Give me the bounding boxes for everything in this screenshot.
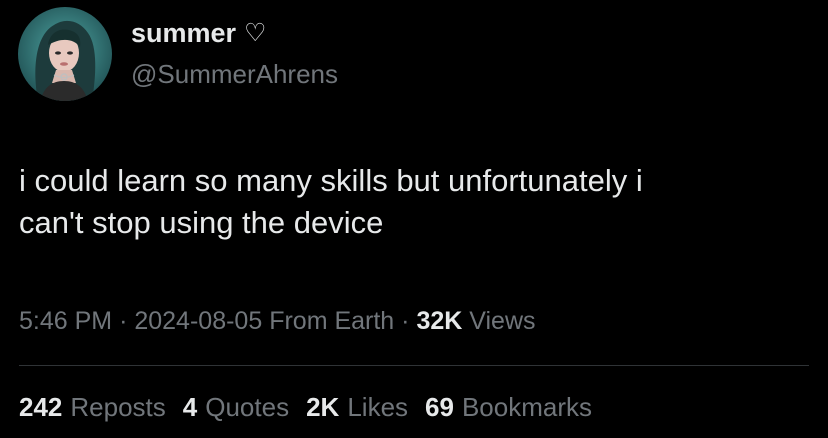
bookmarks-stat[interactable]: 69 Bookmarks xyxy=(425,390,592,424)
divider xyxy=(19,365,809,366)
display-name: summer xyxy=(131,18,237,48)
bookmarks-count: 69 xyxy=(425,392,454,422)
reposts-count: 242 xyxy=(19,392,63,422)
tweet-text: i could learn so many skills but unfortu… xyxy=(19,163,643,240)
tweet-meta: 5:46 PM · 2024-08-05 From Earth · 32K Vi… xyxy=(19,304,536,338)
tweet-date[interactable]: 2024-08-05 xyxy=(134,307,262,335)
user-handle[interactable]: @SummerAhrens xyxy=(131,57,338,91)
bookmarks-label: Bookmarks xyxy=(461,392,592,422)
quotes-stat[interactable]: 4 Quotes xyxy=(183,390,289,424)
views-label[interactable]: Views xyxy=(469,307,535,335)
views-count[interactable]: 32K xyxy=(416,307,462,335)
avatar[interactable] xyxy=(18,7,112,101)
meta-separator: · xyxy=(119,307,128,335)
likes-count: 2K xyxy=(306,392,340,422)
quotes-count: 4 xyxy=(182,392,198,422)
likes-stat[interactable]: 2K Likes xyxy=(306,390,408,424)
reposts-label: Reposts xyxy=(70,392,166,422)
avatar-image xyxy=(18,7,112,101)
meta-separator: · xyxy=(401,307,410,335)
tweet-time[interactable]: 5:46 PM xyxy=(19,307,112,335)
reposts-stat[interactable]: 242 Reposts xyxy=(19,390,166,424)
engagement-stats: 242 Reposts 4 Quotes 2K Likes 69 Bookmarks xyxy=(19,390,592,424)
tweet-location: From Earth xyxy=(269,307,395,335)
heart-icon: ♡ xyxy=(244,19,267,47)
likes-label: Likes xyxy=(347,392,409,422)
tweet-detail: summer ♡ @SummerAhrens i could learn so … xyxy=(0,0,828,438)
display-name-row[interactable]: summer ♡ xyxy=(131,16,266,50)
quotes-label: Quotes xyxy=(205,392,290,422)
